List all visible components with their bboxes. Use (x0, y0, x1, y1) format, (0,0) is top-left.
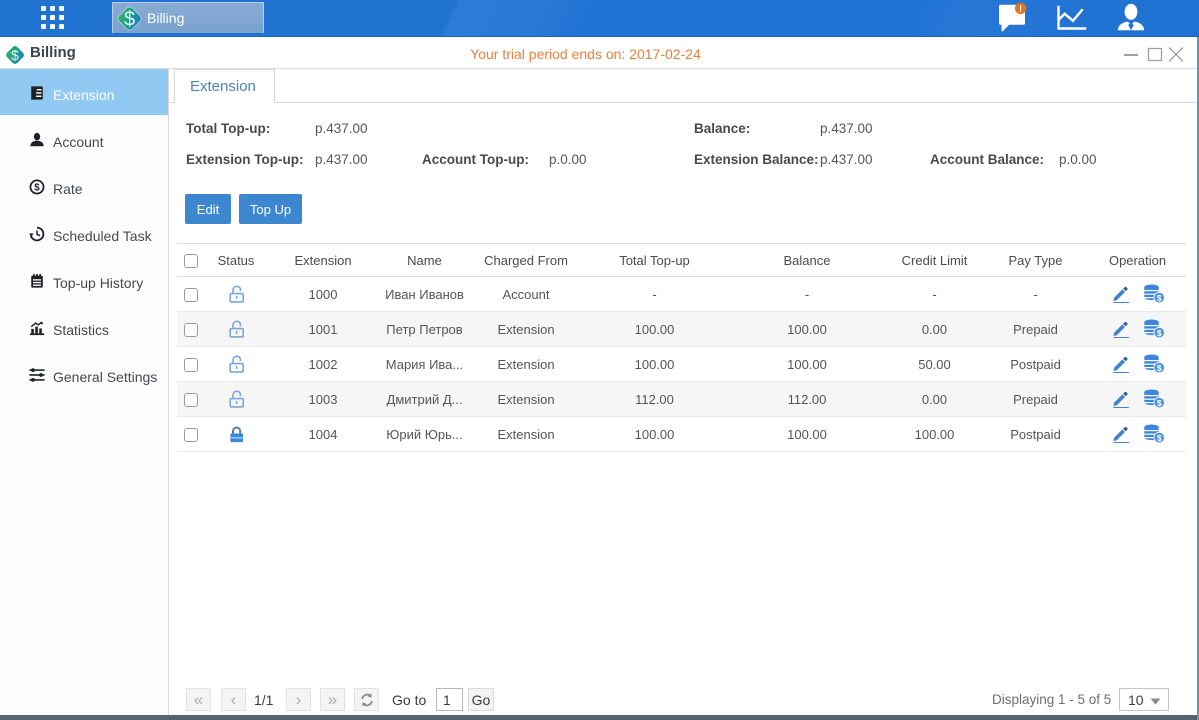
svg-text:$: $ (1156, 432, 1161, 442)
svg-text:$: $ (34, 182, 40, 193)
svg-text:$: $ (1156, 327, 1161, 337)
svg-text:$: $ (1156, 292, 1161, 302)
svg-text:$: $ (1156, 362, 1161, 372)
svg-text:$: $ (124, 8, 135, 30)
svg-text:$: $ (1156, 397, 1161, 407)
svg-text:!: ! (1019, 4, 1022, 15)
